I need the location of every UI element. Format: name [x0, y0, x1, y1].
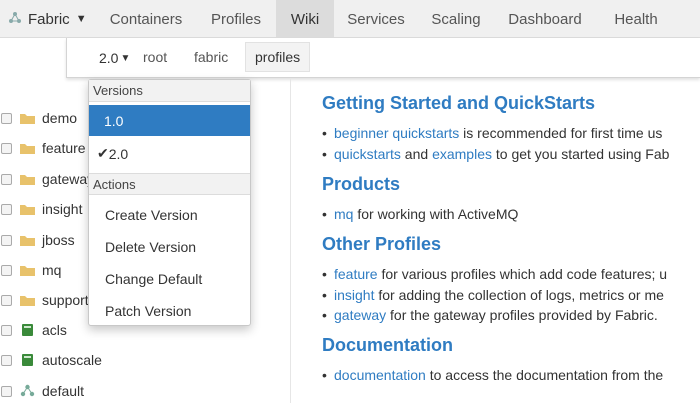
top-nav: Fabric ▼ Containers Profiles Wiki Servic… [0, 0, 700, 38]
checkbox[interactable] [1, 112, 12, 124]
checkbox[interactable] [1, 324, 12, 336]
heading-products: Products [322, 174, 401, 194]
tree-item-insight[interactable]: insight [0, 194, 82, 224]
fabric-logo-icon [9, 12, 21, 23]
heading-getting-started: Getting Started and QuickStarts [322, 93, 596, 113]
delete-version-item[interactable]: Delete Version [89, 231, 250, 262]
version-label: 2.0 [99, 50, 119, 66]
tab-profiles[interactable]: Profiles [196, 0, 276, 38]
tree-item-label: autoscale [42, 352, 102, 368]
link-quickstarts[interactable]: quickstarts [334, 146, 401, 162]
tab-containers[interactable]: Containers [96, 0, 196, 38]
tree-item-label: support [42, 292, 89, 308]
tree-item-jboss[interactable]: jboss [0, 225, 75, 255]
create-version-item[interactable]: Create Version [89, 199, 250, 230]
tab-wiki[interactable]: Wiki [276, 0, 334, 38]
link-beginner-quickstarts[interactable]: beginner quickstarts [334, 125, 459, 141]
patch-version-item[interactable]: Patch Version [89, 295, 250, 326]
book-icon [22, 354, 33, 366]
tree-item-autoscale[interactable]: autoscale [0, 345, 102, 375]
checkbox[interactable] [1, 234, 12, 246]
tree-item-label: feature [42, 140, 86, 156]
tree-item-mq[interactable]: mq [0, 255, 61, 285]
version-label: 2.0 [108, 145, 129, 162]
version-selector[interactable]: 2.0 ▼ [99, 50, 130, 66]
folder-icon [20, 266, 35, 276]
pane-divider[interactable] [290, 78, 291, 403]
book-icon [22, 324, 33, 336]
chevron-down-icon: ▼ [75, 13, 87, 25]
tree-item-support[interactable]: support [0, 285, 89, 315]
breadcrumb-root[interactable]: root [134, 42, 176, 72]
chevron-down-icon: ▼ [120, 52, 131, 64]
checkbox[interactable] [1, 142, 12, 154]
folder-icon [20, 144, 35, 154]
cluster-icon [20, 384, 35, 397]
tree-item-label: gateway [42, 171, 95, 187]
breadcrumb: 2.0 ▼ root fabric profiles [66, 38, 700, 78]
breadcrumb-fabric[interactable]: fabric [185, 42, 237, 72]
tree-item-gateway[interactable]: gateway [0, 164, 94, 194]
breadcrumb-profiles[interactable]: profiles [245, 42, 311, 72]
link-feature[interactable]: feature [334, 266, 378, 282]
folder-icon [20, 175, 35, 185]
fabric-menu[interactable]: Fabric ▼ [0, 0, 95, 38]
checkbox[interactable] [1, 203, 12, 215]
tab-scaling[interactable]: Scaling [418, 0, 494, 38]
checkbox[interactable] [1, 264, 12, 276]
actions-header: Actions [89, 173, 250, 195]
list-item: insight for adding the collection of log… [322, 287, 664, 303]
link-examples[interactable]: examples [432, 146, 492, 162]
tree-item-default[interactable]: default [0, 376, 84, 406]
link-documentation[interactable]: documentation [334, 367, 426, 383]
heading-documentation: Documentation [322, 335, 454, 355]
folder-icon [20, 296, 35, 306]
tab-health[interactable]: Health [596, 0, 676, 38]
checkmark-icon: ✔ [97, 145, 109, 161]
heading-other-profiles: Other Profiles [322, 234, 442, 254]
list-item: mq for working with ActiveMQ [322, 206, 518, 222]
tree-item-label: insight [42, 201, 83, 217]
folder-icon [20, 236, 35, 246]
checkbox[interactable] [1, 294, 12, 306]
tree-item-label: demo [42, 110, 78, 126]
link-gateway[interactable]: gateway [334, 307, 386, 323]
checkbox[interactable] [1, 385, 12, 397]
tree-item-acls[interactable]: acls [0, 315, 67, 345]
list-item: beginner quickstarts is recommended for … [322, 125, 662, 141]
tree-item-label: jboss [42, 232, 75, 248]
list-item: gateway for the gateway profiles provide… [322, 307, 658, 323]
list-item: quickstarts and examples to get you star… [322, 146, 669, 162]
version-option-2-0[interactable]: ✔ 2.0 [89, 138, 250, 169]
version-dropdown-menu: Versions 1.0 ✔ 2.0 Actions Create Version… [88, 79, 251, 326]
link-mq[interactable]: mq [334, 206, 353, 222]
tab-dashboard[interactable]: Dashboard [494, 0, 596, 38]
tab-services[interactable]: Services [334, 0, 418, 38]
tree-item-demo[interactable]: demo [0, 103, 77, 133]
folder-icon [20, 205, 35, 215]
checkbox[interactable] [1, 173, 12, 185]
change-default-item[interactable]: Change Default [89, 263, 250, 294]
folder-icon [20, 114, 35, 124]
tree-item-label: mq [42, 262, 62, 278]
tree-item-label: acls [42, 322, 67, 338]
version-option-1-0[interactable]: 1.0 [89, 105, 250, 136]
list-item: documentation to access the documentatio… [322, 367, 663, 383]
tree-item-label: default [42, 383, 85, 399]
versions-header: Versions [89, 80, 250, 102]
tree-item-feature[interactable]: feature [0, 133, 86, 163]
brand-label: Fabric [28, 10, 70, 28]
link-insight[interactable]: insight [334, 287, 374, 303]
list-item: feature for various profiles which add c… [322, 266, 667, 282]
checkbox[interactable] [1, 354, 12, 366]
